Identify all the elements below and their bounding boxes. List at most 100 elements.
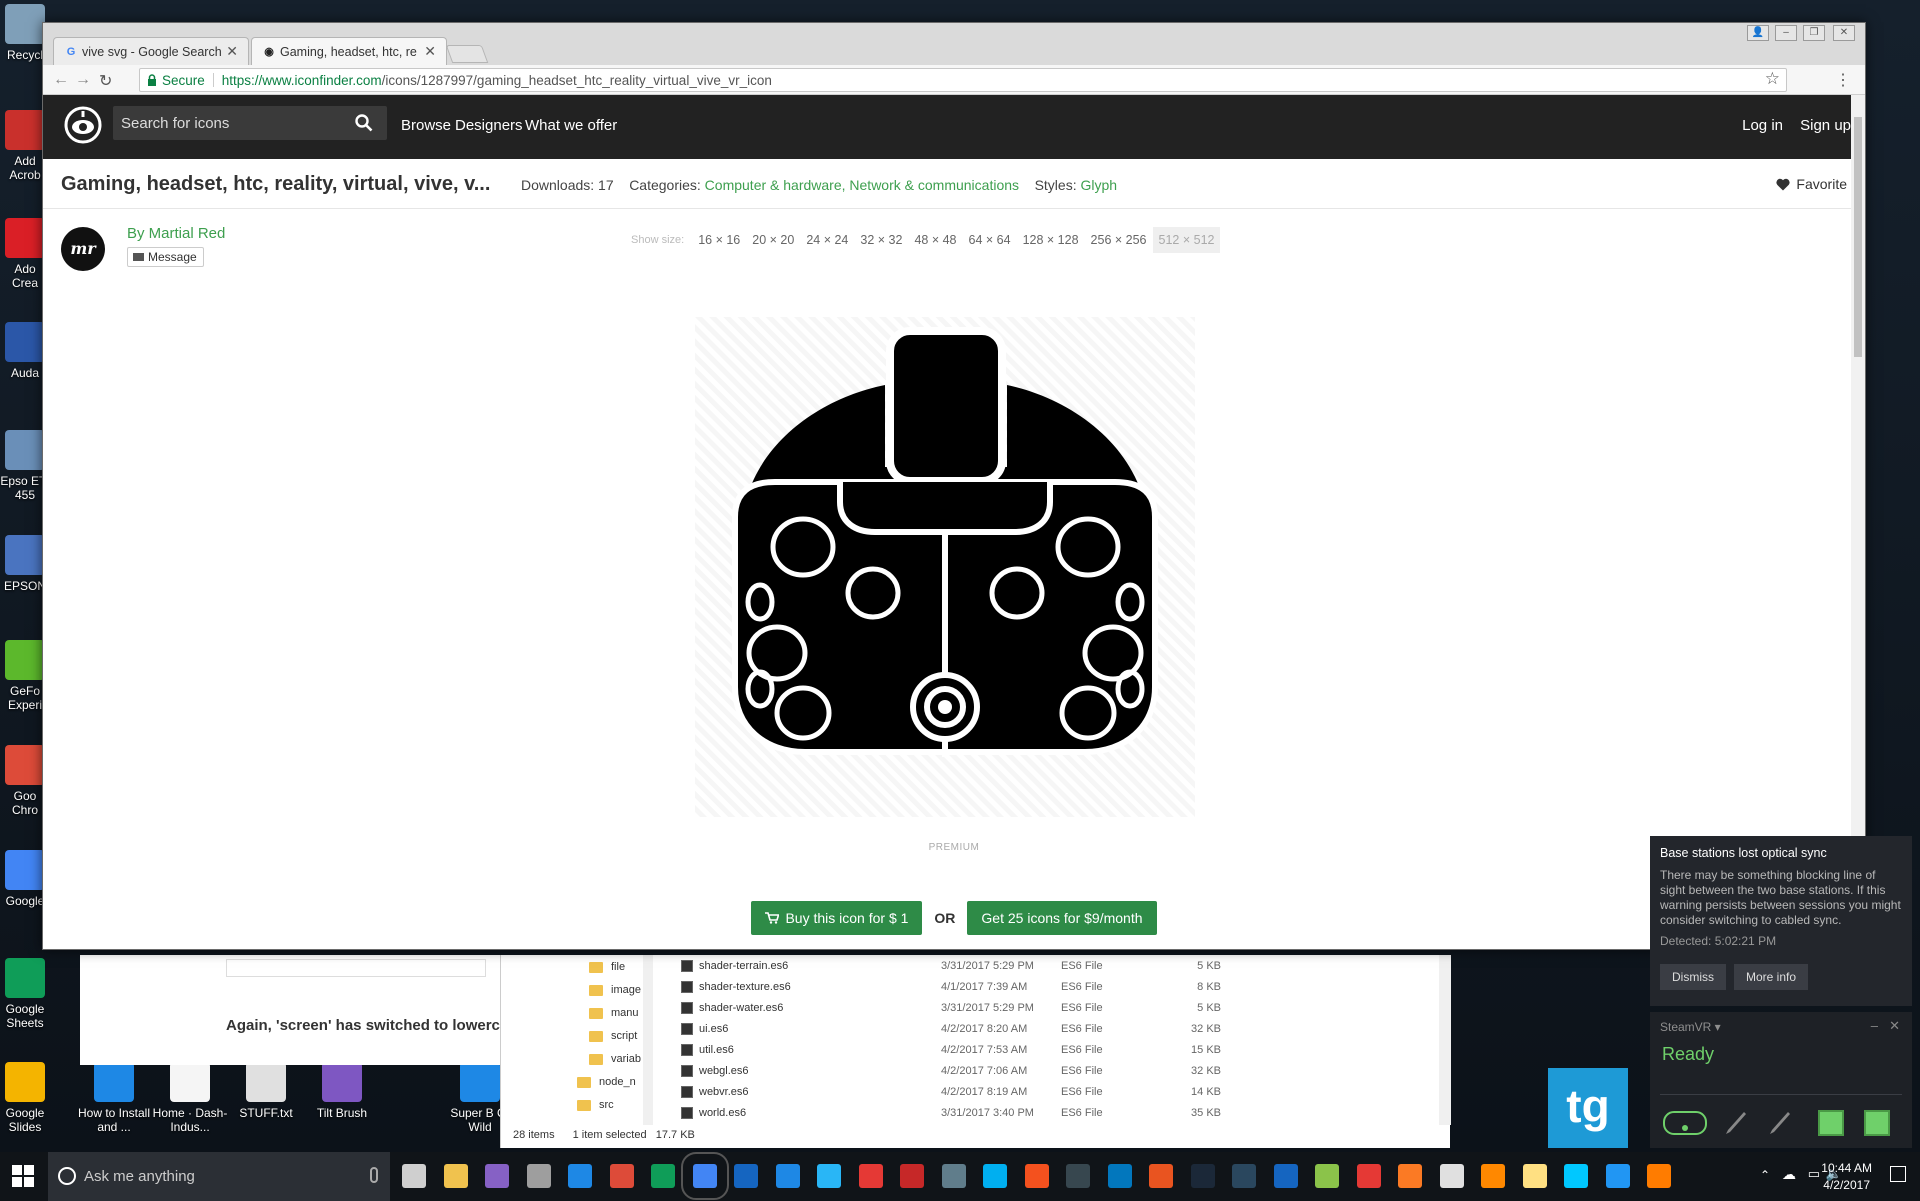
window-close-icon[interactable]: ✕ (1833, 25, 1855, 41)
file-row[interactable]: webvr.es6 4/2/2017 8:19 AM ES6 File 14 KB (681, 1081, 1301, 1102)
desktop-icon[interactable]: Google Sheets (0, 958, 50, 1030)
search-icon[interactable] (355, 114, 373, 132)
filezilla-icon[interactable] (900, 1164, 924, 1188)
git-icon[interactable] (1024, 1164, 1049, 1188)
folder-item[interactable]: script (589, 1026, 637, 1046)
file-explorer-icon[interactable] (443, 1164, 468, 1188)
size-option[interactable]: 20 × 20 (746, 227, 800, 253)
tab-iconfinder[interactable]: ◉ Gaming, headset, htc, re ✕ (251, 37, 447, 65)
app-icon-icon[interactable] (526, 1164, 551, 1188)
author-link[interactable]: By Martial Red (127, 225, 225, 242)
tab-google-search[interactable]: G vive svg - Google Search ✕ (53, 37, 249, 65)
subscribe-button[interactable]: Get 25 icons for $9/month (967, 901, 1157, 935)
dismiss-button[interactable]: Dismiss (1660, 964, 1726, 990)
buy-icon-button[interactable]: Buy this icon for $ 1 (751, 901, 923, 935)
bookmark-star-icon[interactable]: ☆ (1765, 69, 1780, 89)
size-option[interactable]: 48 × 48 (908, 227, 962, 253)
desktop-icon[interactable]: STUFF.txt (226, 1062, 306, 1120)
browser-window[interactable]: G vive svg - Google Search ✕ ◉ Gaming, h… (42, 22, 1866, 950)
calculator-icon[interactable] (1439, 1164, 1464, 1188)
onedrive-icon[interactable]: ☁ (1782, 1166, 1796, 1183)
network-icon[interactable]: ▭ (1808, 1166, 1820, 1182)
edge-icon[interactable] (568, 1164, 592, 1188)
clock[interactable]: 10:44 AM 4/2/2017 (1821, 1160, 1872, 1194)
file-row[interactable]: util.es6 4/2/2017 7:53 AM ES6 File 15 KB (681, 1039, 1301, 1060)
xampp-icon[interactable] (1398, 1164, 1422, 1188)
reload-icon[interactable]: ↻ (99, 71, 112, 91)
login-link[interactable]: Log in (1742, 117, 1783, 134)
app-red-icon[interactable] (1356, 1164, 1381, 1188)
vlc-icon[interactable] (1481, 1164, 1505, 1188)
background-document-window[interactable]: Again, 'screen' has switched to lowerc (80, 955, 500, 1065)
favorite-button[interactable]: Favorite (1776, 176, 1847, 192)
file-list-scrollbar[interactable] (1439, 955, 1451, 1125)
folder-item[interactable]: image (589, 980, 641, 1000)
illustrator-icon[interactable] (1647, 1164, 1671, 1188)
powershell-icon[interactable] (1107, 1164, 1132, 1188)
close-icon[interactable]: ✕ (424, 43, 436, 60)
ie-icon[interactable] (817, 1164, 841, 1188)
size-option[interactable]: 32 × 32 (854, 227, 908, 253)
restore-icon[interactable]: ❐ (1803, 25, 1825, 41)
file-row[interactable]: shader-terrain.es6 3/31/2017 5:29 PM ES6 F… (681, 955, 1301, 976)
folder-item[interactable]: manu (589, 1003, 639, 1023)
chrome-canary-icon[interactable] (680, 1152, 729, 1200)
steamvr-status-window[interactable]: SteamVR ▾ – ✕ Ready (1650, 1012, 1912, 1148)
folder-item[interactable]: variab (589, 1049, 641, 1069)
search-input[interactable] (113, 106, 343, 140)
app-ship-icon[interactable] (1273, 1164, 1298, 1188)
size-option[interactable]: 512 × 512 (1152, 227, 1221, 253)
desktop-icon[interactable]: Home · Dash-Indus... (150, 1062, 230, 1134)
opera-icon[interactable] (858, 1164, 883, 1188)
file-row[interactable]: shader-texture.es6 4/1/2017 7:39 AM ES6 Fi… (681, 976, 1301, 997)
visual-studio-icon[interactable] (485, 1164, 509, 1188)
forward-icon[interactable]: → (75, 71, 91, 89)
nav-browse[interactable]: Browse (401, 117, 451, 134)
close-icon[interactable]: ✕ (1889, 1018, 1900, 1034)
message-button[interactable]: Message (127, 247, 204, 267)
size-option[interactable]: 64 × 64 (963, 227, 1017, 253)
steamvr-menu[interactable]: SteamVR ▾ (1660, 1020, 1721, 1034)
chevron-up-icon[interactable]: ⌃ (1760, 1168, 1770, 1182)
address-bar[interactable]: Secure https://www.iconfinder.com/icons/… (139, 68, 1787, 92)
secure-indicator[interactable]: Secure (140, 73, 205, 88)
desktop-icon[interactable]: Google Slides (0, 1062, 50, 1134)
size-option[interactable]: 256 × 256 (1085, 227, 1153, 253)
new-tab-button[interactable] (445, 45, 489, 63)
chrome-menu-icon[interactable]: ⋮ (1835, 70, 1851, 90)
app-blue-icon[interactable] (775, 1164, 800, 1188)
back-icon[interactable]: ← (53, 71, 69, 89)
desktop-icon[interactable]: How to Install and ... (74, 1062, 154, 1134)
desktop-icon[interactable]: Tilt Brush (302, 1062, 382, 1120)
cortana-search[interactable]: Ask me anything (48, 1152, 390, 1201)
minimize-icon[interactable]: – (1871, 1018, 1878, 1033)
scrollbar-thumb[interactable] (1854, 117, 1862, 357)
style-link[interactable]: Glyph (1080, 177, 1117, 193)
file-row[interactable]: world.es6 3/31/2017 3:40 PM ES6 File 35 KB (681, 1102, 1301, 1123)
nav-what-we-offer[interactable]: What we offer (525, 117, 617, 134)
minimize-icon[interactable]: – (1775, 25, 1797, 41)
folder-item[interactable]: src (577, 1095, 614, 1115)
file-row[interactable]: shader-water.es6 3/31/2017 5:29 PM ES6 Fil… (681, 997, 1301, 1018)
photoshop-icon[interactable] (1564, 1164, 1588, 1188)
close-icon[interactable]: ✕ (226, 43, 238, 60)
folder-item[interactable]: file (589, 957, 625, 977)
task-view-icon[interactable] (402, 1164, 426, 1188)
categories-link[interactable]: Computer & hardware, Network & communica… (705, 177, 1019, 193)
app-frame-icon[interactable] (1605, 1164, 1630, 1188)
chrome-icon[interactable] (609, 1164, 634, 1188)
notification-center-icon[interactable] (1890, 1166, 1906, 1182)
file-explorer-window[interactable]: file image manu script variab node_nsrc shade… (500, 955, 1451, 1148)
tree-scrollbar[interactable] (643, 955, 653, 1125)
terminal-icon[interactable] (1066, 1164, 1090, 1188)
folder-item[interactable]: node_n (577, 1072, 636, 1092)
chrome-alt-icon[interactable] (651, 1164, 675, 1188)
more-info-button[interactable]: More info (1734, 964, 1809, 990)
avatar[interactable]: mr (61, 227, 105, 271)
page-scrollbar[interactable] (1851, 95, 1865, 950)
skype-icon[interactable] (983, 1164, 1007, 1188)
tools-icon[interactable] (1315, 1164, 1339, 1188)
steamvr-icon[interactable] (1232, 1164, 1256, 1188)
ubuntu-icon[interactable] (1149, 1164, 1173, 1188)
size-option[interactable]: 24 × 24 (800, 227, 854, 253)
